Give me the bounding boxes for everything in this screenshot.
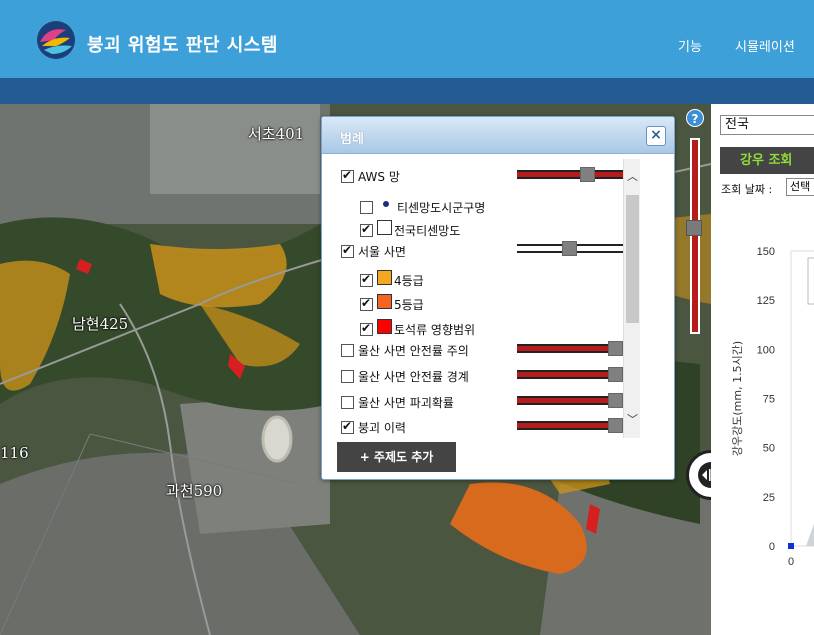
layer-thiessen-national[interactable]: 전국티센망도 <box>360 219 460 240</box>
layer-checkbox[interactable] <box>360 321 373 336</box>
layer-aws[interactable]: AWS 망 <box>341 166 400 186</box>
opacity-thumb[interactable] <box>562 241 577 256</box>
chevron-up-icon[interactable]: ︿ <box>624 169 641 185</box>
layer-ulsan-warning[interactable]: 울산 사면 안전률 경계 <box>341 366 469 386</box>
date-select[interactable]: 선택 <box>786 178 814 196</box>
place-label-namhyeon: 남현425 <box>72 315 129 333</box>
layer-checkbox[interactable] <box>360 296 373 311</box>
zoom-slider-thumb[interactable] <box>686 220 702 236</box>
zoom-slider[interactable] <box>690 138 700 334</box>
chart-tooltip-box <box>807 257 814 305</box>
layer-checkbox[interactable] <box>360 272 373 287</box>
scrollbar-thumb[interactable] <box>626 195 639 323</box>
y-tick-label: 0 <box>769 541 775 553</box>
close-icon[interactable]: × <box>646 126 666 146</box>
layer-checkbox[interactable] <box>341 243 354 258</box>
y-axis-label: 강우강도(mm, 1.5시간) <box>731 341 744 456</box>
layer-ulsan-failure[interactable]: 울산 사면 파괴확률 <box>341 392 454 412</box>
app-header: 붕괴 위험도 판단 시스템 기능 시뮬레이션 <box>0 0 814 78</box>
opacity-thumb[interactable] <box>608 393 623 408</box>
place-label-gwacheon: 과천590 <box>166 482 223 500</box>
legend-title: 범례 <box>340 132 364 147</box>
opacity-thumb[interactable] <box>608 341 623 356</box>
y-tick-label: 75 <box>763 394 775 406</box>
opacity-slider-aws[interactable] <box>517 170 623 179</box>
y-tick-label: 25 <box>763 492 775 504</box>
legend-scrollbar[interactable]: ︿ ﹀ <box>623 159 640 438</box>
rainfall-chart: 150 125 100 75 50 25 0 0 강우강도(mm, 1.5시간) <box>731 246 814 568</box>
layer-checkbox[interactable] <box>341 369 354 383</box>
layer-checkbox[interactable] <box>341 343 354 357</box>
add-theme-map-button[interactable]: + 주제도 추가 <box>337 442 456 472</box>
layer-grade-5[interactable]: 5등급 <box>360 293 424 314</box>
opacity-thumb[interactable] <box>608 367 623 382</box>
chevron-down-icon[interactable]: ﹀ <box>624 412 641 428</box>
y-tick-label: 125 <box>757 295 775 307</box>
date-label: 조회 날짜 : <box>721 183 773 196</box>
layer-seoul-slope[interactable]: 서울 사면 <box>341 241 406 261</box>
nav-simulation[interactable]: 시뮬레이션 <box>735 36 795 55</box>
legend-header[interactable]: 범례 × <box>322 117 674 154</box>
layer-checkbox[interactable] <box>341 395 354 409</box>
layer-checkbox[interactable] <box>341 419 354 434</box>
help-icon[interactable]: ? <box>686 109 704 127</box>
grade4-swatch <box>377 269 392 285</box>
place-label-seocho: 서초401 <box>248 125 305 143</box>
sub-bar <box>0 78 814 104</box>
layer-collapse-history[interactable]: 붕괴 이력 <box>341 417 406 437</box>
y-tick-label: 100 <box>757 344 775 356</box>
layer-grade-4[interactable]: 4등급 <box>360 269 424 290</box>
point-symbol-icon <box>383 201 389 207</box>
x-tick-label: 0 <box>788 556 794 568</box>
right-panel: 전국 강우 조회 조회 날짜 : 선택 150 125 100 75 50 25 0 0 강우강… <box>711 104 814 635</box>
layer-debris-flow[interactable]: 토석류 영향범위 <box>360 318 475 339</box>
layer-checkbox[interactable] <box>341 168 354 183</box>
series-point <box>788 543 794 549</box>
logo-icon <box>37 21 75 59</box>
app-title: 붕괴 위험도 판단 시스템 <box>87 35 278 56</box>
polygon-symbol-icon <box>377 219 392 235</box>
layer-thiessen-names[interactable]: 티센망도시군구명 <box>360 197 485 217</box>
opacity-thumb[interactable] <box>608 418 623 433</box>
opacity-thumb[interactable] <box>580 167 595 182</box>
y-tick-label: 50 <box>763 443 775 455</box>
layer-checkbox[interactable] <box>360 200 373 214</box>
debris-swatch <box>377 318 392 334</box>
layer-ulsan-caution[interactable]: 울산 사면 안전률 주의 <box>341 340 469 360</box>
layer-checkbox[interactable] <box>360 222 373 237</box>
region-select[interactable]: 전국 <box>720 115 814 135</box>
place-label-116: 116 <box>0 444 29 462</box>
y-tick-label: 150 <box>757 246 775 258</box>
grade5-swatch <box>377 293 392 309</box>
rain-query-button[interactable]: 강우 조회 <box>720 147 814 174</box>
nav-function[interactable]: 기능 <box>678 36 702 55</box>
